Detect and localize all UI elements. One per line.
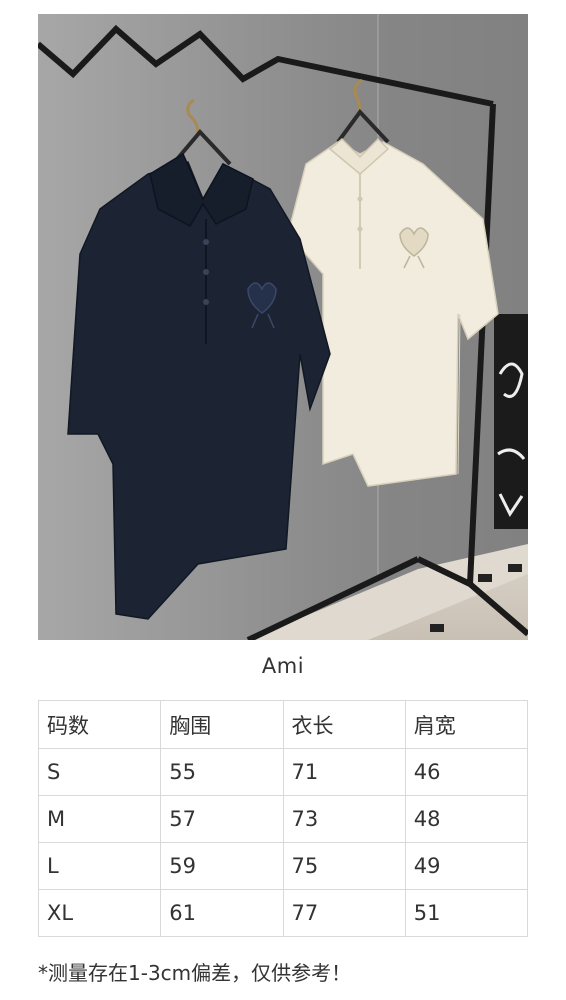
cell-shoulder: 46 (404, 748, 529, 796)
cell-length: 73 (282, 795, 406, 843)
cell-length: 77 (282, 889, 406, 937)
brand-name: Ami (261, 654, 305, 678)
header-chest: 胸围 (160, 700, 284, 749)
cell-length: 75 (282, 842, 406, 890)
cell-shoulder: 48 (404, 795, 529, 843)
cell-size: M (37, 795, 162, 843)
header-length: 衣长 (282, 700, 406, 749)
cell-shoulder: 49 (404, 842, 529, 890)
cell-chest: 55 (160, 748, 284, 796)
table-row: L 59 75 49 (37, 842, 529, 890)
size-chart-table: 码数 胸围 衣长 肩宽 S 55 71 46 M 57 73 48 L 59 7… (37, 700, 529, 937)
header-size: 码数 (37, 700, 162, 749)
cell-size: L (37, 842, 162, 890)
table-row: M 57 73 48 (37, 795, 529, 843)
cell-chest: 57 (160, 795, 284, 843)
cell-length: 71 (282, 748, 406, 796)
product-photo (38, 14, 528, 640)
cell-chest: 61 (160, 889, 284, 937)
measurement-note: *测量存在1-3cm偏差，仅供参考！ (38, 961, 352, 985)
cell-shoulder: 51 (404, 889, 529, 937)
cell-size: XL (37, 889, 162, 937)
header-shoulder: 肩宽 (404, 700, 529, 749)
table-header-row: 码数 胸围 衣长 肩宽 (37, 700, 529, 749)
cell-size: S (37, 748, 162, 796)
cell-chest: 59 (160, 842, 284, 890)
table-row: XL 61 77 51 (37, 889, 529, 937)
table-row: S 55 71 46 (37, 748, 529, 796)
